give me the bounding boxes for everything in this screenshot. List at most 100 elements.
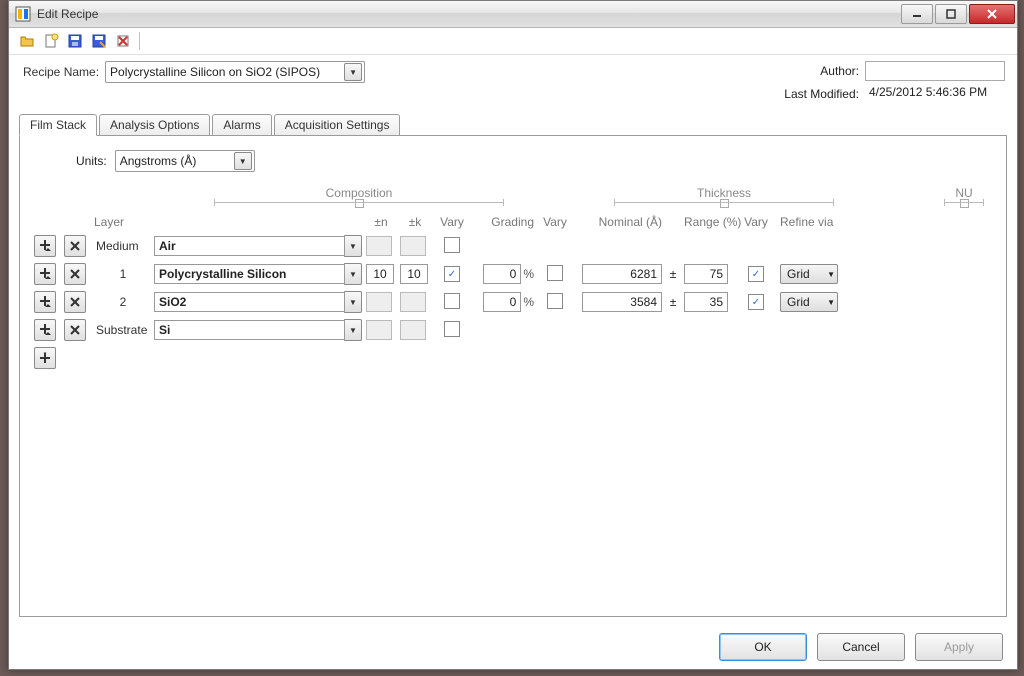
tab-film-stack[interactable]: Film Stack [19, 114, 97, 136]
chevron-down-icon[interactable]: ▼ [344, 263, 362, 285]
material-value: Polycrystalline Silicon [154, 264, 344, 284]
layer-row: Medium Air ▼ [34, 232, 992, 260]
layer-row: 1 Polycrystalline Silicon ▼ 10 10 ✓ 0 % 62… [34, 260, 992, 288]
ok-button[interactable]: OK [719, 633, 807, 661]
layer-label: Medium [94, 239, 150, 253]
layer-row: 2 SiO2 ▼ 0 % 3584±35✓ Grid ▼ [34, 288, 992, 316]
vary-comp [434, 293, 470, 312]
dialog-buttons: OK Cancel Apply [719, 633, 1003, 661]
recipe-name-label: Recipe Name: [23, 65, 99, 79]
chevron-down-icon: ▼ [827, 270, 835, 279]
add-layer-button[interactable] [34, 291, 56, 313]
apply-button[interactable]: Apply [915, 633, 1003, 661]
open-icon[interactable] [17, 31, 37, 51]
vary-grading [538, 265, 572, 284]
maximize-button[interactable] [935, 4, 967, 24]
col-grading: Grading [474, 215, 534, 229]
units-combo[interactable]: Angstroms (Å) ▼ [115, 150, 255, 172]
checkbox[interactable]: ✓ [444, 266, 460, 282]
cancel-button[interactable]: Cancel [817, 633, 905, 661]
add-layer-button[interactable] [34, 347, 56, 369]
checkbox[interactable]: ✓ [748, 294, 764, 310]
tabs: Film Stack Analysis Options Alarms Acqui… [9, 114, 1017, 136]
author-field[interactable] [865, 61, 1005, 81]
checkbox[interactable]: ✓ [748, 266, 764, 282]
recipe-name-combo[interactable]: Polycrystalline Silicon on SiO2 (SIPOS) … [105, 61, 365, 83]
checkbox[interactable] [547, 293, 563, 309]
vary-comp: ✓ [434, 266, 470, 283]
pm-n-disabled [366, 292, 392, 312]
grading-input[interactable]: 0 [483, 264, 521, 284]
chevron-down-icon[interactable]: ▼ [344, 291, 362, 313]
save-icon[interactable] [65, 31, 85, 51]
units-value: Angstroms (Å) [120, 154, 234, 168]
thickness-header: Thickness [614, 186, 834, 208]
remove-layer-button[interactable] [64, 235, 86, 257]
recipe-name-value: Polycrystalline Silicon on SiO2 (SIPOS) [110, 65, 344, 79]
pm-n-disabled [366, 320, 392, 340]
chevron-down-icon[interactable]: ▼ [344, 63, 362, 81]
refine-combo[interactable]: Grid ▼ [780, 292, 838, 312]
close-button[interactable] [969, 4, 1015, 24]
tab-acquisition[interactable]: Acquisition Settings [274, 114, 401, 136]
pm-n-input[interactable]: 10 [366, 264, 394, 284]
header: Recipe Name: Polycrystalline Silicon on … [9, 55, 1017, 113]
chevron-down-icon[interactable]: ▼ [234, 152, 252, 170]
checkbox[interactable] [547, 265, 563, 281]
group-headers: Composition Thickness NU [94, 186, 992, 208]
new-icon[interactable] [41, 31, 61, 51]
chevron-down-icon[interactable]: ▼ [344, 235, 362, 257]
add-layer-button[interactable] [34, 319, 56, 341]
refine-value: Grid [787, 295, 810, 309]
vary-comp [434, 321, 470, 340]
recipe-name-field: Recipe Name: Polycrystalline Silicon on … [23, 61, 365, 83]
nominal-input[interactable]: 3584 [582, 292, 662, 312]
material-combo[interactable]: Polycrystalline Silicon ▼ [154, 263, 362, 285]
checkbox[interactable] [444, 237, 460, 253]
remove-layer-button[interactable] [64, 319, 86, 341]
vary-thickness: ✓ [736, 266, 776, 283]
vary-comp [434, 237, 470, 256]
chevron-down-icon[interactable]: ▼ [344, 319, 362, 341]
last-modified-label: Last Modified: [784, 87, 859, 101]
checkbox[interactable] [444, 321, 460, 337]
author-label: Author: [784, 64, 859, 78]
saveas-icon[interactable] [89, 31, 109, 51]
material-combo[interactable]: Si ▼ [154, 319, 362, 341]
material-combo[interactable]: Air ▼ [154, 235, 362, 257]
pm-k-disabled [400, 320, 426, 340]
pm-symbol: ± [666, 267, 680, 281]
delete-icon[interactable] [113, 31, 133, 51]
material-combo[interactable]: SiO2 ▼ [154, 291, 362, 313]
refine-combo[interactable]: Grid ▼ [780, 264, 838, 284]
pm-k-disabled [400, 236, 426, 256]
tab-analysis-options[interactable]: Analysis Options [99, 114, 210, 136]
col-pm-n: ±n [366, 215, 396, 229]
add-layer-button[interactable] [34, 263, 56, 285]
grading-input[interactable]: 0 [483, 292, 521, 312]
nominal-input[interactable]: 6281 [582, 264, 662, 284]
add-row-trailing [34, 344, 992, 372]
column-headers: Layer ±n ±k Vary Grading Vary Nominal (Å… [34, 212, 992, 232]
units-row: Units: Angstroms (Å) ▼ [76, 150, 992, 172]
layer-label: 2 [94, 295, 150, 309]
add-layer-button[interactable] [34, 235, 56, 257]
tab-alarms[interactable]: Alarms [212, 114, 271, 136]
range-input[interactable]: 35 [684, 292, 728, 312]
minimize-button[interactable] [901, 4, 933, 24]
range-input[interactable]: 75 [684, 264, 728, 284]
header-meta: Author: Last Modified: 4/25/2012 5:46:36… [784, 61, 1005, 103]
remove-layer-button[interactable] [64, 263, 86, 285]
col-vary-grading: Vary [538, 215, 572, 229]
col-vary-comp: Vary [434, 215, 470, 229]
checkbox[interactable] [444, 293, 460, 309]
refine-value: Grid [787, 267, 810, 281]
layer-label: 1 [94, 267, 150, 281]
grading-cell: 0 % [474, 264, 534, 284]
layer-grid: Layer ±n ±k Vary Grading Vary Nominal (Å… [34, 212, 992, 372]
toolbar-separator [139, 32, 140, 50]
pm-k-input[interactable]: 10 [400, 264, 428, 284]
remove-layer-button[interactable] [64, 291, 86, 313]
vary-grading [538, 293, 572, 312]
chevron-down-icon: ▼ [827, 298, 835, 307]
